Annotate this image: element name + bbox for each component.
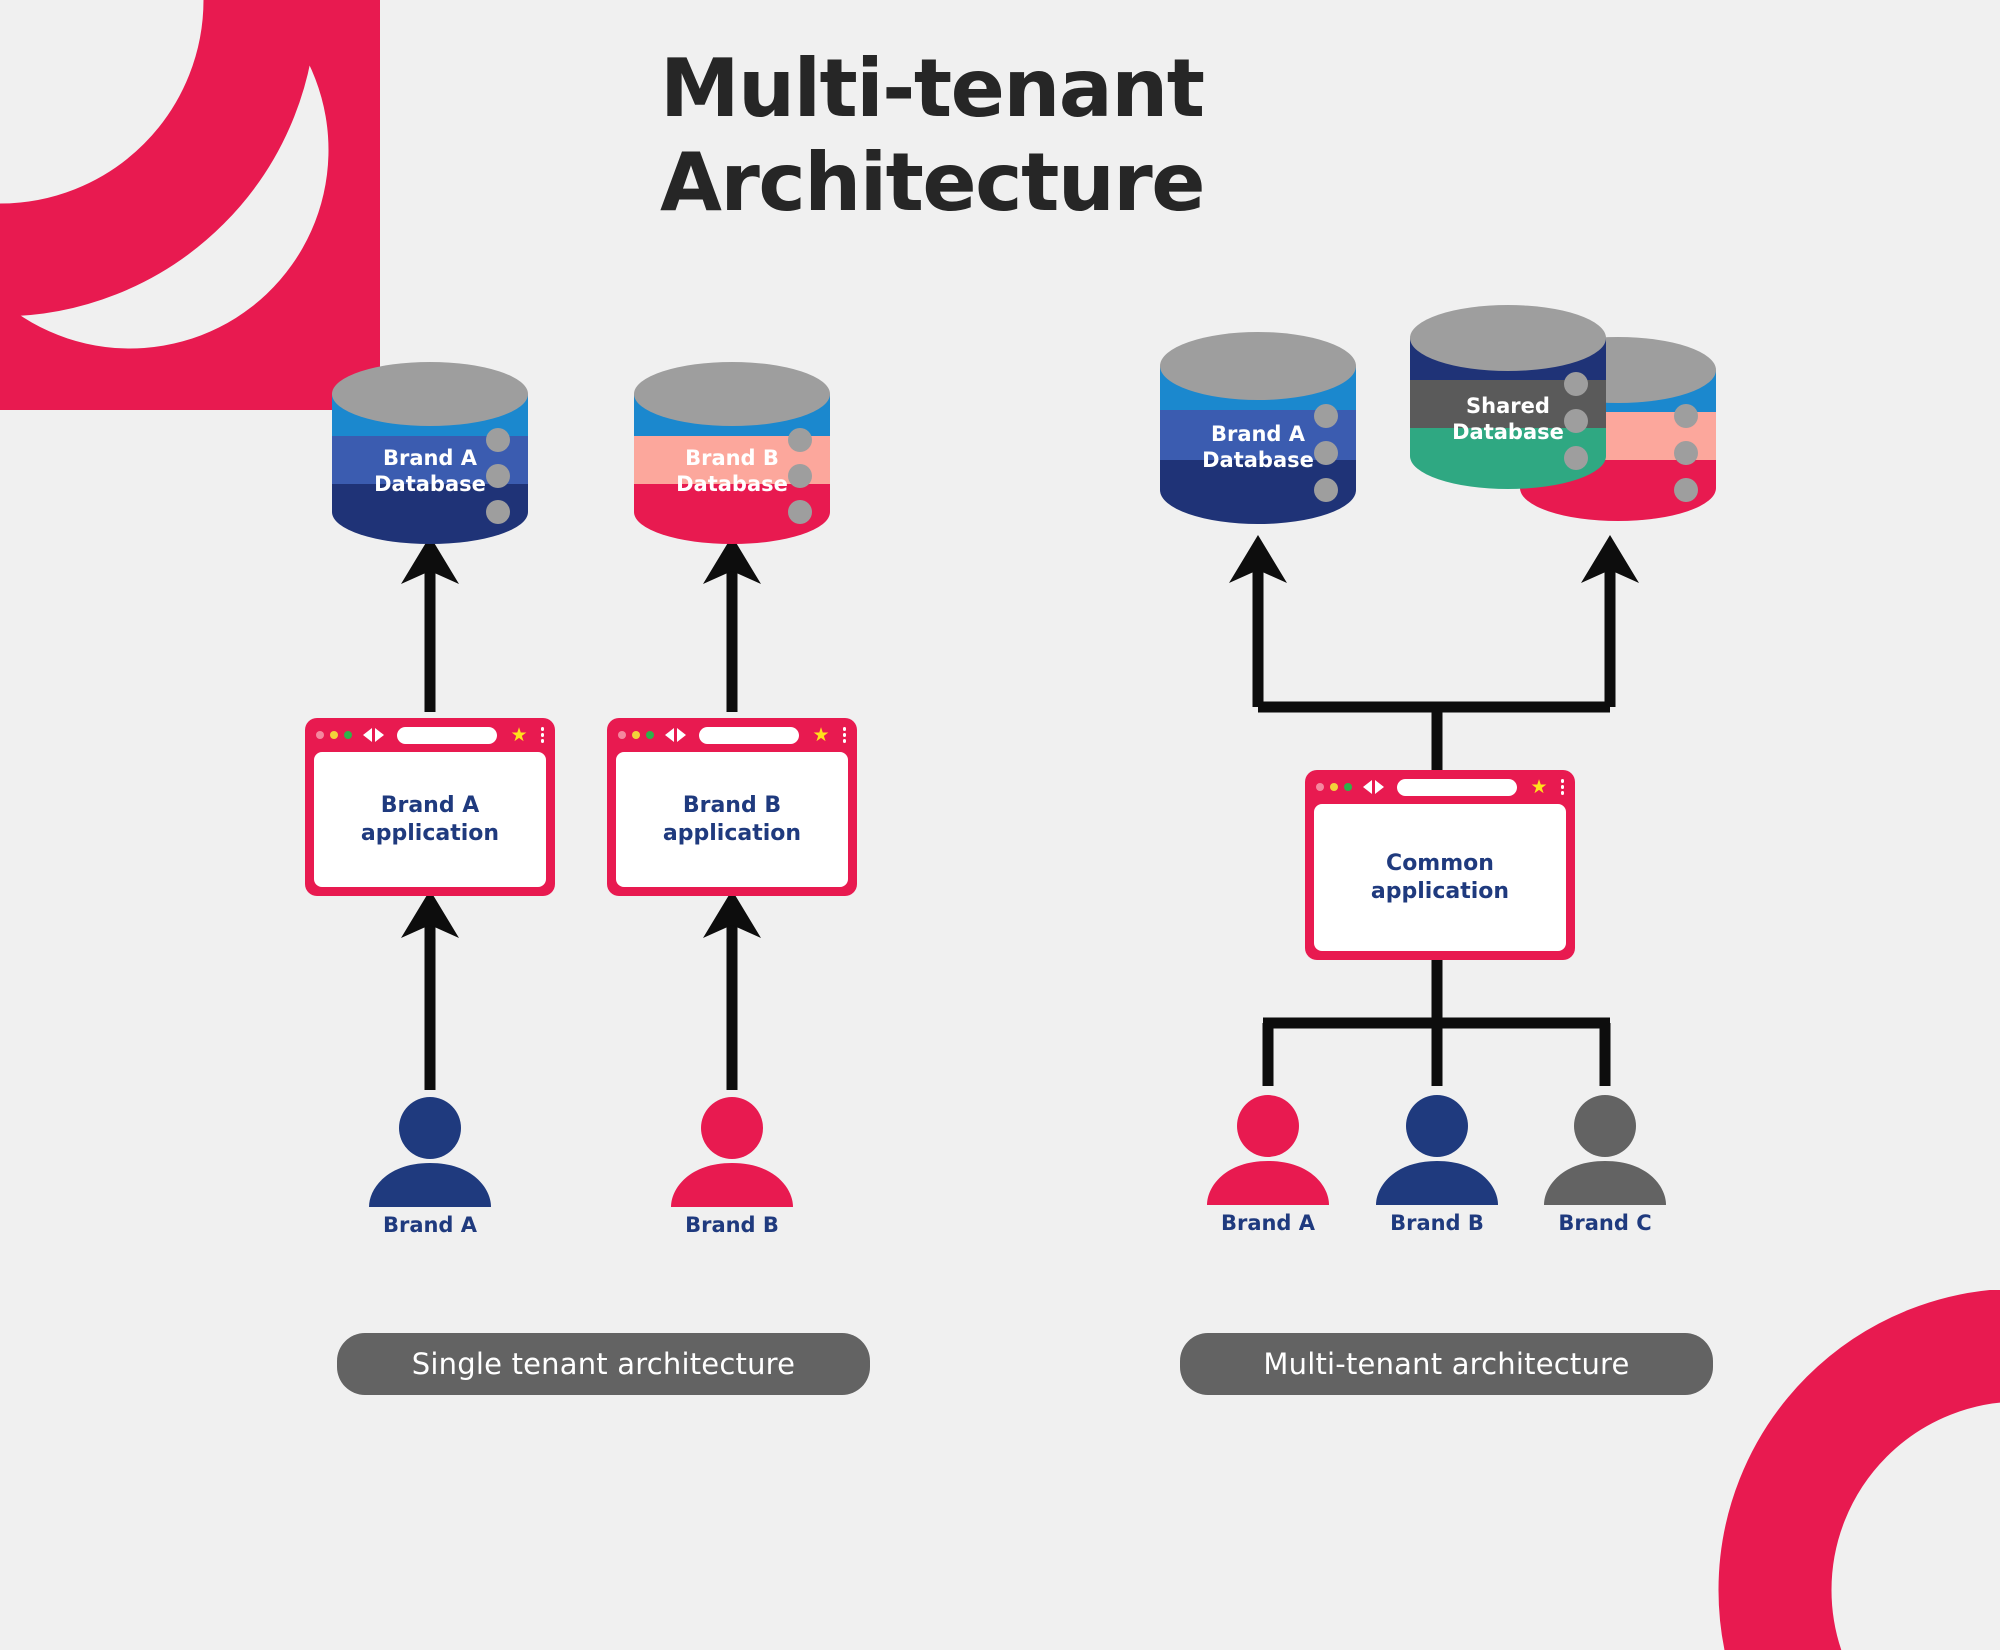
brand-c-user: Brand C (1535, 1093, 1675, 1253)
person-icon (671, 1097, 793, 1207)
bookmark-star-icon[interactable]: ★ (812, 725, 829, 745)
app-label-line1: Brand B (682, 793, 782, 818)
app-label-line1: Common (1386, 851, 1494, 876)
db-indicator-dot (1564, 409, 1588, 433)
brand-a-application[interactable]: ★ Brand A application (305, 718, 555, 896)
yellow-dot (1330, 783, 1338, 791)
app-label: Brand A application (361, 792, 499, 847)
db-indicator-dot (1674, 404, 1698, 428)
db-indicator-dot (788, 500, 812, 524)
window-traffic-lights (316, 731, 352, 739)
brand-b-user: Brand B (1367, 1093, 1507, 1253)
bookmark-star-icon[interactable]: ★ (1530, 777, 1547, 797)
browser-toolbar: ★ (1305, 770, 1575, 804)
green-dot (646, 731, 654, 739)
brand-b-database: Brand B Database (632, 358, 832, 548)
app-label-line1: Brand A (380, 793, 480, 818)
bookmark-star-icon[interactable]: ★ (510, 725, 527, 745)
forward-arrow-icon[interactable] (375, 728, 384, 742)
window-traffic-lights (618, 731, 654, 739)
user-label: Brand A (382, 1213, 478, 1237)
app-label-line2: application (360, 820, 500, 846)
app-label: Brand B application (663, 792, 801, 847)
kebab-menu-icon[interactable] (842, 727, 846, 743)
db-top-disc (634, 362, 830, 426)
db-indicator-dot (1314, 404, 1338, 428)
user-label: Brand B (1390, 1211, 1484, 1235)
app-viewport: Brand A application (314, 752, 546, 887)
multi-tenant-caption: Multi-tenant architecture (1180, 1333, 1713, 1395)
nav-arrows[interactable] (363, 728, 384, 742)
db-indicator-dot (1674, 478, 1698, 502)
db-top-disc (1160, 332, 1356, 400)
cylinder-shape (1410, 305, 1716, 521)
db-top-disc (332, 362, 528, 426)
user-label: Brand A (1220, 1211, 1316, 1235)
cylinder-shape (1160, 332, 1356, 524)
cylinder-shape (332, 362, 528, 544)
user-label: Brand B (685, 1213, 779, 1237)
db-indicator-dot (788, 428, 812, 452)
green-dot (344, 731, 352, 739)
brand-a-database: Brand A Database (330, 358, 530, 548)
back-arrow-icon[interactable] (363, 728, 372, 742)
db-indicator-dot (1314, 441, 1338, 465)
green-dot (1344, 783, 1352, 791)
shared-database: Shared Database (1408, 296, 1718, 536)
window-traffic-lights (1316, 783, 1352, 791)
db-indicator-dot (486, 464, 510, 488)
db-indicator-dot (486, 428, 510, 452)
person-icon (1544, 1095, 1666, 1205)
user-label: Brand C (1558, 1211, 1652, 1235)
forward-arrow-icon[interactable] (677, 728, 686, 742)
url-input[interactable] (699, 726, 800, 744)
db-indicator-dot (1674, 441, 1698, 465)
app-viewport: Brand B application (616, 752, 848, 887)
cylinder-shape (634, 362, 830, 544)
common-application[interactable]: ★ Common application (1305, 770, 1575, 960)
person-icon (369, 1097, 491, 1207)
db-indicator-dot (788, 464, 812, 488)
brand-a-user: Brand A (1198, 1093, 1338, 1253)
brand-b-user: Brand B (662, 1095, 802, 1255)
single-tenant-caption: Single tenant architecture (337, 1333, 870, 1395)
app-label: Common application (1371, 850, 1509, 905)
app-viewport: Common application (1314, 804, 1566, 951)
db-indicator-dot (1564, 446, 1588, 470)
db-indicator-dot (1564, 372, 1588, 396)
back-arrow-icon[interactable] (1363, 780, 1372, 794)
db-indicator-dot (1314, 478, 1338, 502)
pink-dot (618, 731, 626, 739)
nav-arrows[interactable] (1363, 780, 1384, 794)
app-label-line2: application (1370, 878, 1510, 904)
url-input[interactable] (397, 726, 498, 744)
person-icon (1376, 1095, 1498, 1205)
yellow-dot (330, 731, 338, 739)
nav-arrows[interactable] (665, 728, 686, 742)
url-input[interactable] (1397, 778, 1518, 796)
kebab-menu-icon[interactable] (540, 727, 544, 743)
kebab-menu-icon[interactable] (1560, 779, 1564, 795)
brand-a-database: Brand A Database (1158, 328, 1358, 528)
pink-dot (1316, 783, 1324, 791)
app-label-line2: application (662, 820, 802, 846)
pink-dot (316, 731, 324, 739)
connector-wires (401, 535, 1639, 1090)
brand-b-application[interactable]: ★ Brand B application (607, 718, 857, 896)
yellow-dot (632, 731, 640, 739)
brand-a-user: Brand A (360, 1095, 500, 1255)
diagram-canvas: Multi-tenant Architecture Brand A Databa… (0, 0, 2000, 1650)
browser-toolbar: ★ (305, 718, 555, 752)
browser-toolbar: ★ (607, 718, 857, 752)
forward-arrow-icon[interactable] (1375, 780, 1384, 794)
db-indicator-dot (486, 500, 510, 524)
shared-front-top-disc (1410, 305, 1606, 371)
back-arrow-icon[interactable] (665, 728, 674, 742)
person-icon (1207, 1095, 1329, 1205)
